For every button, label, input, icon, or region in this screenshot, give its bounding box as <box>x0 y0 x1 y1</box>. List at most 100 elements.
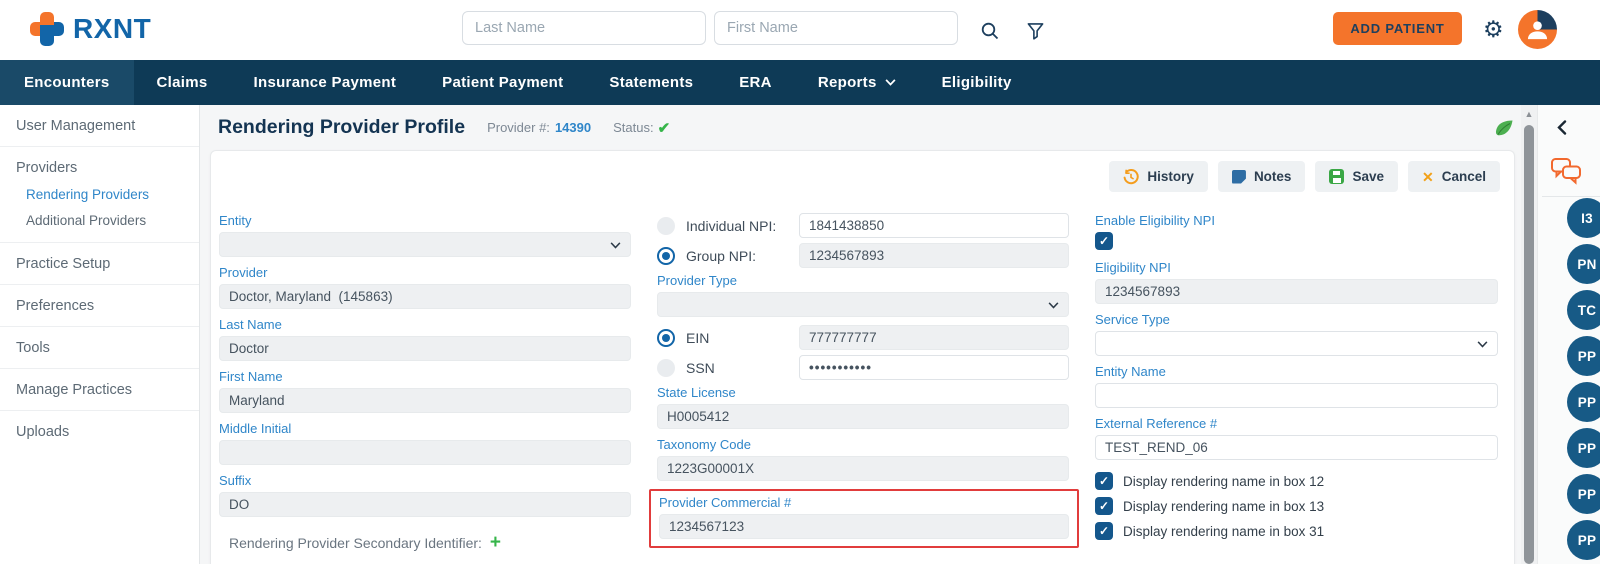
badge-pp-4[interactable]: PP <box>1567 474 1600 514</box>
individual-npi-radio[interactable] <box>657 216 675 235</box>
plus-logo-icon <box>30 11 64 47</box>
nav-item-encounters[interactable]: Encounters <box>0 60 134 105</box>
collapse-panel-icon[interactable] <box>1557 120 1567 140</box>
entity-name-field[interactable] <box>1095 383 1498 408</box>
display-box-31-label: Display rendering name in box 31 <box>1123 523 1325 539</box>
eligibility-npi-label: Eligibility NPI <box>1095 260 1171 275</box>
main-content: Rendering Provider Profile Provider #: 1… <box>200 105 1600 564</box>
filter-icon[interactable] <box>1022 18 1048 44</box>
nav-item-insurance-payment[interactable]: Insurance Payment <box>231 60 420 105</box>
enable-eligibility-npi-checkbox[interactable]: ✓ <box>1095 232 1113 250</box>
page-head: Rendering Provider Profile Provider #: 1… <box>218 116 670 139</box>
provider-profile-card: History Notes Save ✕ Cancel Entity Provi… <box>210 150 1515 564</box>
display-box-12-label: Display rendering name in box 12 <box>1123 473 1325 489</box>
eligibility-npi-field[interactable]: 1234567893 <box>1095 279 1498 304</box>
sidebar-item-preferences[interactable]: Preferences <box>0 285 199 326</box>
secondary-identifier-row: Rendering Provider Secondary Identifier:… <box>229 533 501 552</box>
panel-divider <box>1542 196 1600 197</box>
scroll-up-icon[interactable]: ▲ <box>1521 109 1537 119</box>
sidebar-item-user-management[interactable]: User Management <box>0 105 199 146</box>
display-box-31-checkbox[interactable]: ✓ <box>1095 522 1113 540</box>
provider-number-label: Provider #: <box>487 120 550 135</box>
sidebar-item-tools[interactable]: Tools <box>0 327 199 368</box>
app-header: RXNT ADD PATIENT ⚙ <box>0 0 1600 60</box>
chevron-down-icon <box>610 242 621 249</box>
ssn-radio[interactable] <box>657 358 675 377</box>
group-npi-radio[interactable] <box>657 246 675 265</box>
nav-item-claims[interactable]: Claims <box>134 60 231 105</box>
nav-item-era[interactable]: ERA <box>716 60 795 105</box>
service-type-select[interactable]: Very Part Time <box>1095 331 1498 356</box>
state-license-field[interactable]: H0005412 <box>657 404 1069 429</box>
first-name-field[interactable]: Maryland <box>219 388 631 413</box>
save-button[interactable]: Save <box>1315 161 1398 192</box>
first-name-label: First Name <box>219 369 283 384</box>
nav-item-patient-payment[interactable]: Patient Payment <box>419 60 586 105</box>
provider-commercial-field[interactable]: 1234567123 <box>659 514 1069 539</box>
sidebar-item-uploads[interactable]: Uploads <box>0 411 199 452</box>
sidebar-item-additional-providers[interactable]: Additional Providers <box>0 208 199 234</box>
sidebar-item-practice-setup[interactable]: Practice Setup <box>0 243 199 284</box>
badge-i3[interactable]: I3 <box>1567 198 1600 238</box>
gear-icon[interactable]: ⚙ <box>1483 14 1504 44</box>
middle-initial-field[interactable] <box>219 440 631 465</box>
person-icon <box>1527 21 1548 40</box>
badge-pp-3[interactable]: PP <box>1567 428 1600 468</box>
badge-pp-5[interactable]: PP <box>1567 520 1600 560</box>
settings-sidebar: User Management Providers Rendering Prov… <box>0 105 200 564</box>
right-rail: I3 PN TC PP PP PP PP PP <box>1537 105 1600 564</box>
vertical-scrollbar[interactable]: ▲ <box>1521 105 1537 564</box>
display-box-12-checkbox[interactable]: ✓ <box>1095 472 1113 490</box>
badge-pn[interactable]: PN <box>1567 244 1600 284</box>
suffix-field[interactable]: DO <box>219 492 631 517</box>
form-column-left: Entity Provider Provider Doctor, Marylan… <box>219 213 631 548</box>
entity-name-label: Entity Name <box>1095 364 1166 379</box>
last-name-search-input[interactable] <box>462 11 706 45</box>
group-npi-field[interactable]: 1234567893 <box>799 243 1069 268</box>
last-name-label: Last Name <box>219 317 282 332</box>
history-button[interactable]: History <box>1109 161 1208 192</box>
sidebar-item-rendering-providers[interactable]: Rendering Providers <box>0 182 199 208</box>
provider-form: Entity Provider Provider Doctor, Marylan… <box>219 213 1498 548</box>
ssn-field[interactable]: ••••••••••• <box>799 355 1069 380</box>
last-name-field[interactable]: Doctor <box>219 336 631 361</box>
chevron-down-icon <box>885 79 896 86</box>
taxonomy-code-field[interactable]: 1223G00001X <box>657 456 1069 481</box>
provider-field[interactable]: Doctor, Maryland (145863) <box>219 284 631 309</box>
sidebar-item-manage-practices[interactable]: Manage Practices <box>0 369 199 410</box>
badge-pp-1[interactable]: PP <box>1567 336 1600 376</box>
provider-type-select[interactable]: Select... <box>657 292 1069 317</box>
user-avatar[interactable] <box>1518 10 1557 49</box>
entity-select[interactable]: Provider <box>219 232 631 257</box>
suffix-label: Suffix <box>219 473 252 488</box>
nav-item-reports[interactable]: Reports <box>795 60 919 105</box>
ein-field[interactable]: 777777777 <box>799 325 1069 350</box>
provider-number[interactable]: 14390 <box>555 120 591 135</box>
search-icon[interactable] <box>977 18 1003 44</box>
nav-item-eligibility[interactable]: Eligibility <box>919 60 1035 105</box>
ein-radio[interactable] <box>657 328 675 347</box>
taxonomy-code-label: Taxonomy Code <box>657 437 751 452</box>
logo-text: RXNT <box>73 13 152 44</box>
add-patient-button[interactable]: ADD PATIENT <box>1333 12 1462 45</box>
service-type-label: Service Type <box>1095 312 1170 327</box>
cancel-button[interactable]: ✕ Cancel <box>1407 161 1500 192</box>
first-name-search-input[interactable] <box>714 11 958 45</box>
badge-tc[interactable]: TC <box>1567 290 1600 330</box>
rxnt-logo[interactable]: RXNT <box>30 11 151 47</box>
sidebar-item-providers[interactable]: Providers <box>0 147 199 182</box>
individual-npi-field[interactable]: 1841438850 <box>799 213 1069 238</box>
scrollbar-thumb[interactable] <box>1524 125 1534 564</box>
page-title: Rendering Provider Profile <box>218 116 466 138</box>
add-secondary-identifier-icon[interactable]: + <box>490 533 501 552</box>
provider-commercial-label: Provider Commercial # <box>659 495 792 510</box>
nav-item-statements[interactable]: Statements <box>586 60 716 105</box>
ssn-label: SSN <box>686 359 715 376</box>
notes-button[interactable]: Notes <box>1217 161 1306 192</box>
badge-pp-2[interactable]: PP <box>1567 382 1600 422</box>
external-reference-field[interactable]: TEST_REND_06 <box>1095 435 1498 460</box>
external-reference-label: External Reference # <box>1095 416 1218 431</box>
chat-icon[interactable] <box>1550 157 1582 190</box>
display-box-13-checkbox[interactable]: ✓ <box>1095 497 1113 515</box>
group-npi-label: Group NPI: <box>686 247 757 264</box>
